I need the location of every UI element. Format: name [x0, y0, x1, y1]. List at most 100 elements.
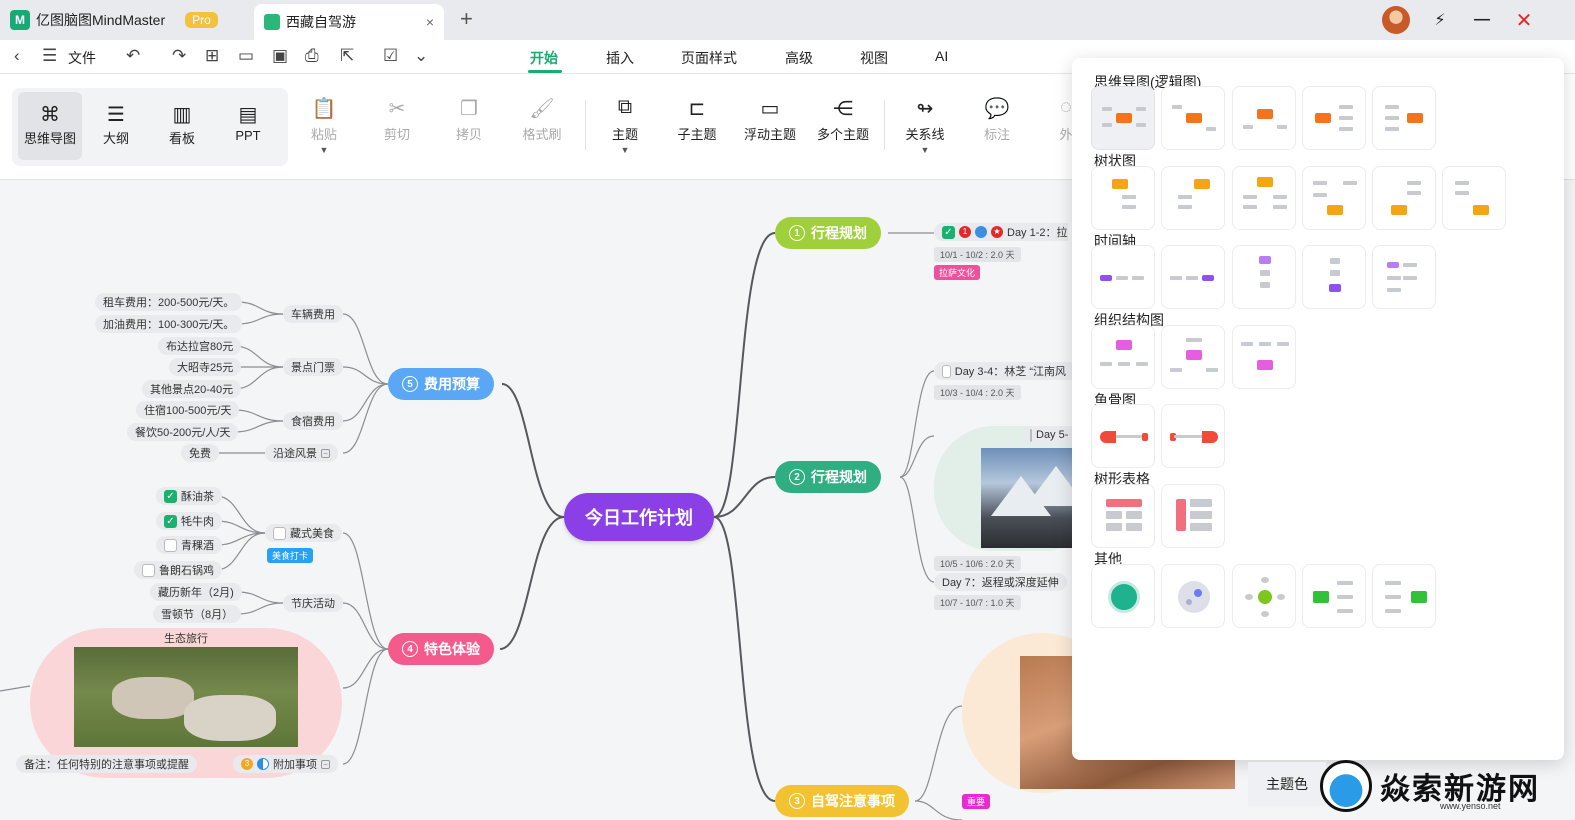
- subtopic-car-cost[interactable]: 车辆费用: [283, 305, 343, 323]
- collapse-icon[interactable]: −: [321, 448, 330, 458]
- topic-barley-wine[interactable]: 青稞酒: [156, 536, 222, 554]
- topic-tibetan-new-year[interactable]: 藏历新年（2月): [150, 583, 242, 601]
- lhasa-culture-tag[interactable]: 拉萨文化: [934, 265, 981, 280]
- layout-tree-4[interactable]: [1302, 166, 1366, 230]
- checkbox-icon[interactable]: [273, 526, 286, 540]
- topic-car-rent[interactable]: 租车费用：200-500元/天。: [95, 293, 243, 311]
- layout-timeline-2[interactable]: [1161, 245, 1225, 309]
- yak-photo[interactable]: [74, 647, 298, 747]
- important-tag[interactable]: 重要: [962, 794, 991, 809]
- view-outline-button[interactable]: ☰ 大纲: [84, 92, 148, 160]
- subtopic-tickets[interactable]: 景点门票: [283, 358, 343, 376]
- copy-button[interactable]: ❐ 拷贝: [433, 96, 505, 143]
- topic-dropdown-icon[interactable]: ▼: [589, 145, 661, 155]
- food-checkin-tag[interactable]: 美食打卡: [267, 548, 314, 563]
- view-ppt-button[interactable]: ▤ PPT: [216, 92, 280, 160]
- layout-fishbone-left[interactable]: [1091, 404, 1155, 468]
- layout-org-3[interactable]: [1232, 325, 1296, 389]
- topic-button[interactable]: ⧉ 主题 ▼: [589, 96, 661, 155]
- view-kanban-button[interactable]: ▥ 看板: [150, 92, 214, 160]
- topic-shoton-festival[interactable]: 雪顿节（8月）: [153, 605, 242, 623]
- topic-car-fuel[interactable]: 加油费用：100-300元/天。: [95, 315, 243, 333]
- layout-other-radial[interactable]: [1232, 564, 1296, 628]
- layout-logic-right[interactable]: [1302, 86, 1366, 150]
- collapse-icon[interactable]: −: [321, 759, 330, 769]
- callout-button[interactable]: 💬 标注: [961, 96, 1033, 143]
- branch-experience[interactable]: 4 特色体验: [388, 633, 494, 665]
- topic-note[interactable]: 备注：任何特别的注意事项或提醒: [16, 755, 197, 773]
- redo-icon[interactable]: ↷: [172, 46, 186, 66]
- topic-stone-pot-chicken[interactable]: 鲁朗石锅鸡: [134, 561, 222, 579]
- layout-logic-updown[interactable]: [1161, 86, 1225, 150]
- hamburger-icon[interactable]: ☰: [42, 46, 57, 66]
- subtopic-festival[interactable]: 节庆活动: [283, 594, 343, 612]
- layout-timeline-4[interactable]: [1302, 245, 1366, 309]
- checkbox-checked-icon[interactable]: ✓: [164, 514, 177, 528]
- tab-ai[interactable]: AI: [935, 48, 948, 64]
- subtopic-scenery[interactable]: 沿途风景 −: [265, 444, 338, 462]
- layout-org-1[interactable]: [1091, 325, 1155, 389]
- export-icon[interactable]: ⇱: [340, 46, 354, 66]
- topic-ticket-2[interactable]: 大昭寺25元: [169, 358, 242, 376]
- layout-logic-bidirectional[interactable]: [1091, 86, 1155, 150]
- topic-free[interactable]: 免费: [181, 444, 219, 462]
- layout-tree-6[interactable]: [1442, 166, 1506, 230]
- checkbox-checked-icon[interactable]: ✓: [942, 225, 955, 239]
- subtopic-extra[interactable]: 3 附加事项 −: [233, 755, 338, 773]
- relation-line-dropdown-icon[interactable]: ▼: [889, 145, 961, 155]
- tab-insert[interactable]: 插入: [606, 48, 634, 68]
- paste-dropdown-icon[interactable]: ▼: [288, 145, 360, 155]
- checklist-icon[interactable]: ☑: [383, 46, 398, 66]
- layout-logic-left[interactable]: [1372, 86, 1436, 150]
- file-menu[interactable]: 文件: [68, 48, 96, 68]
- app-tab[interactable]: M 亿图脑图MindMaster Pro: [10, 6, 218, 34]
- mountain-photo[interactable]: [981, 448, 1073, 548]
- layout-timeline-5[interactable]: [1372, 245, 1436, 309]
- subtopic-cuisine[interactable]: 藏式美食: [265, 524, 342, 542]
- tab-advanced[interactable]: 高级: [785, 48, 813, 68]
- checkbox-checked-icon[interactable]: ✓: [164, 489, 177, 503]
- tab-start[interactable]: 开始: [530, 48, 558, 68]
- layout-tree-3[interactable]: [1232, 166, 1296, 230]
- document-tab[interactable]: 西藏自驾游 ×: [254, 4, 444, 40]
- format-brush-button[interactable]: 🖌 格式刷: [506, 96, 578, 143]
- layout-tree-2[interactable]: [1161, 166, 1225, 230]
- branch-budget[interactable]: 5 费用预算: [388, 368, 494, 400]
- layout-logic-down[interactable]: [1232, 86, 1296, 150]
- new-file-icon[interactable]: ⊞: [205, 46, 219, 66]
- subtopic-button[interactable]: ⊏ 子主题: [661, 96, 733, 143]
- print-icon[interactable]: ⎙: [305, 46, 319, 66]
- subtopic-food-lodging[interactable]: 食宿费用: [283, 412, 343, 430]
- layout-tree-5[interactable]: [1372, 166, 1436, 230]
- checkbox-icon[interactable]: [164, 538, 177, 552]
- branch-driving-notes[interactable]: 3 自驾注意事项: [775, 785, 909, 817]
- layout-other-bubble[interactable]: [1161, 564, 1225, 628]
- topic-dining[interactable]: 餐饮50-200元/人/天: [127, 423, 239, 441]
- layout-timeline-1[interactable]: [1091, 245, 1155, 309]
- layout-other-brace-right[interactable]: [1302, 564, 1366, 628]
- tab-page-style[interactable]: 页面样式: [681, 48, 737, 68]
- topic-day-5[interactable]: Day 5-: [1022, 426, 1074, 444]
- layout-tree-table-2[interactable]: [1161, 484, 1225, 548]
- branch-itinerary-1[interactable]: 1 行程规划: [775, 217, 881, 249]
- view-mindmap-button[interactable]: ⌘ 思维导图: [18, 92, 82, 160]
- topic-day-7[interactable]: Day 7：返程或深度延伸: [934, 573, 1067, 591]
- relation-line-button[interactable]: ↬ 关系线 ▼: [889, 96, 961, 155]
- layout-timeline-3[interactable]: [1232, 245, 1296, 309]
- topic-ticket-3[interactable]: 其他景点20-40元: [142, 380, 242, 398]
- new-tab-button[interactable]: +: [460, 6, 473, 32]
- eco-travel-label[interactable]: 生态旅行: [164, 630, 208, 646]
- layout-tree-1[interactable]: [1091, 166, 1155, 230]
- topic-day-3-4[interactable]: Day 3-4：林芝 “江南风: [934, 362, 1074, 380]
- topic-butter-tea[interactable]: ✓ 酥油茶: [156, 487, 222, 505]
- close-icon[interactable]: ✕: [1510, 6, 1538, 34]
- cut-button[interactable]: ✂ 剪切: [361, 96, 433, 143]
- tab-view[interactable]: 视图: [860, 48, 888, 68]
- theme-color-button[interactable]: 主题色: [1248, 762, 1326, 806]
- sync-icon[interactable]: ⚡: [1426, 6, 1454, 34]
- paste-button[interactable]: 📋 粘贴 ▼: [288, 96, 360, 155]
- topic-lodging[interactable]: 住宿100-500元/天: [136, 401, 240, 419]
- checkbox-icon[interactable]: [142, 563, 155, 577]
- more-chevron-icon[interactable]: ⌄: [414, 46, 428, 66]
- checkbox-icon[interactable]: [1030, 428, 1032, 442]
